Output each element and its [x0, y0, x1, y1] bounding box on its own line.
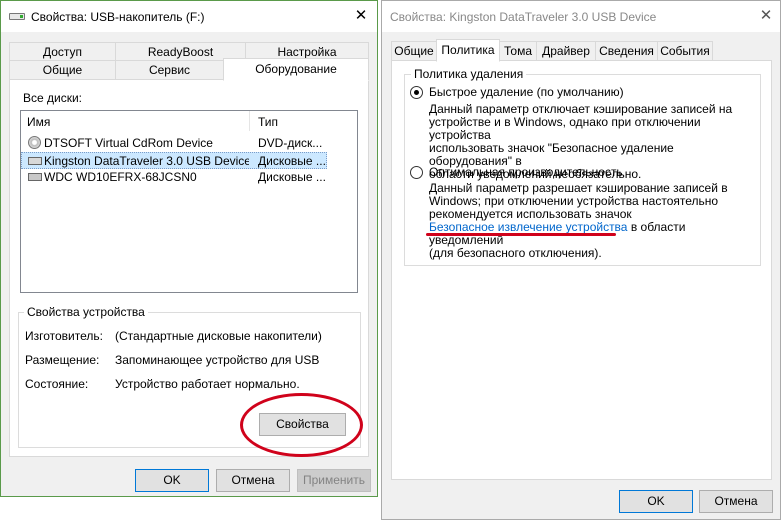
tab-general[interactable]: Общие	[9, 60, 116, 80]
location-label: Размещение:	[25, 353, 100, 367]
manufacturer-label: Изготовитель:	[25, 329, 103, 343]
ok-button[interactable]: OK	[135, 469, 209, 492]
better-performance-label[interactable]: Оптимальная производительность	[429, 165, 623, 179]
disk-name: WDC WD10EFRX-68JCSN0	[44, 170, 197, 184]
policy-panel: Политика удаления Быстрое удаление (по у…	[391, 60, 772, 480]
left-window-title: Свойства: USB-накопитель (F:)	[31, 10, 205, 24]
disk-type: DVD-диск...	[258, 136, 323, 150]
manufacturer-value: (Стандартные дисковые накопители)	[115, 329, 322, 343]
usb-drive-icon	[9, 13, 25, 20]
quick-removal-label[interactable]: Быстрое удаление (по умолчанию)	[429, 85, 624, 99]
tab-details[interactable]: Сведения	[595, 41, 658, 61]
red-highlight-underline	[426, 233, 616, 236]
cdrom-icon	[28, 136, 41, 149]
location-value: Запоминающее устройство для USB	[115, 353, 320, 367]
column-separator[interactable]	[249, 111, 250, 131]
disk-row[interactable]: WDC WD10EFRX-68JCSN0 Дисковые ...	[23, 169, 355, 186]
cancel-button[interactable]: Отмена	[699, 490, 773, 513]
close-icon[interactable]: ✕	[347, 5, 375, 27]
better-performance-description: Данный параметр разрешает кэширование за…	[429, 182, 760, 260]
cancel-button[interactable]: Отмена	[216, 469, 290, 492]
disk-row[interactable]: DTSOFT Virtual CdRom Device DVD-диск...	[23, 135, 355, 152]
removal-policy-group: Политика удаления Быстрое удаление (по у…	[404, 67, 761, 266]
quick-removal-radio[interactable]	[410, 86, 423, 99]
disk-type: Дисковые ...	[258, 154, 326, 168]
better-performance-radio[interactable]	[410, 166, 423, 179]
ok-button[interactable]: OK	[619, 490, 693, 513]
disk-row-selected[interactable]: Kingston DataTraveler 3.0 USB Device Дис…	[21, 152, 327, 169]
disk-name: DTSOFT Virtual CdRom Device	[44, 136, 213, 150]
apply-button[interactable]: Применить	[297, 469, 371, 492]
right-properties-window: Свойства: Kingston DataTraveler 3.0 USB …	[381, 0, 781, 520]
right-titlebar[interactable]: Свойства: Kingston DataTraveler 3.0 USB …	[382, 1, 780, 32]
usb-drive-icon	[28, 157, 42, 165]
device-properties-title: Свойства устройства	[24, 305, 148, 319]
disk-list[interactable]: Имя Тип DTSOFT Virtual CdRom Device DVD-…	[20, 110, 358, 293]
removal-policy-title: Политика удаления	[411, 67, 527, 81]
status-value: Устройство работает нормально.	[115, 377, 300, 391]
safely-remove-link[interactable]: Безопасное извлечение устройства	[429, 220, 627, 234]
left-titlebar[interactable]: Свойства: USB-накопитель (F:) ✕	[1, 1, 377, 32]
tab-tools[interactable]: Сервис	[115, 60, 224, 80]
red-highlight-ellipse	[240, 393, 363, 457]
column-header-name[interactable]: Имя	[27, 115, 50, 129]
desc-line: устройстве и в Windows, однако при отклю…	[429, 115, 701, 142]
status-label: Состояние:	[25, 377, 89, 391]
all-disks-label: Все диски:	[23, 91, 83, 105]
tab-events[interactable]: События	[657, 41, 713, 61]
column-header-type[interactable]: Тип	[258, 115, 278, 129]
tab-access[interactable]: Доступ	[9, 42, 116, 62]
desc-line: (для безопасного отключения).	[429, 246, 602, 260]
right-window-body: Общие Политика Тома Драйвер Сведения Соб…	[382, 32, 780, 519]
hard-drive-icon	[28, 173, 42, 181]
right-window-title: Свойства: Kingston DataTraveler 3.0 USB …	[390, 10, 657, 24]
tab-volumes[interactable]: Тома	[499, 41, 537, 61]
tab-policy[interactable]: Политика	[436, 39, 500, 62]
tab-general[interactable]: Общие	[391, 41, 437, 61]
disk-type: Дисковые ...	[258, 170, 326, 184]
tab-hardware[interactable]: Оборудование	[223, 58, 369, 81]
disk-name: Kingston DataTraveler 3.0 USB Device	[44, 154, 249, 168]
tab-driver[interactable]: Драйвер	[536, 41, 596, 61]
close-icon[interactable]: ✕	[752, 5, 780, 27]
